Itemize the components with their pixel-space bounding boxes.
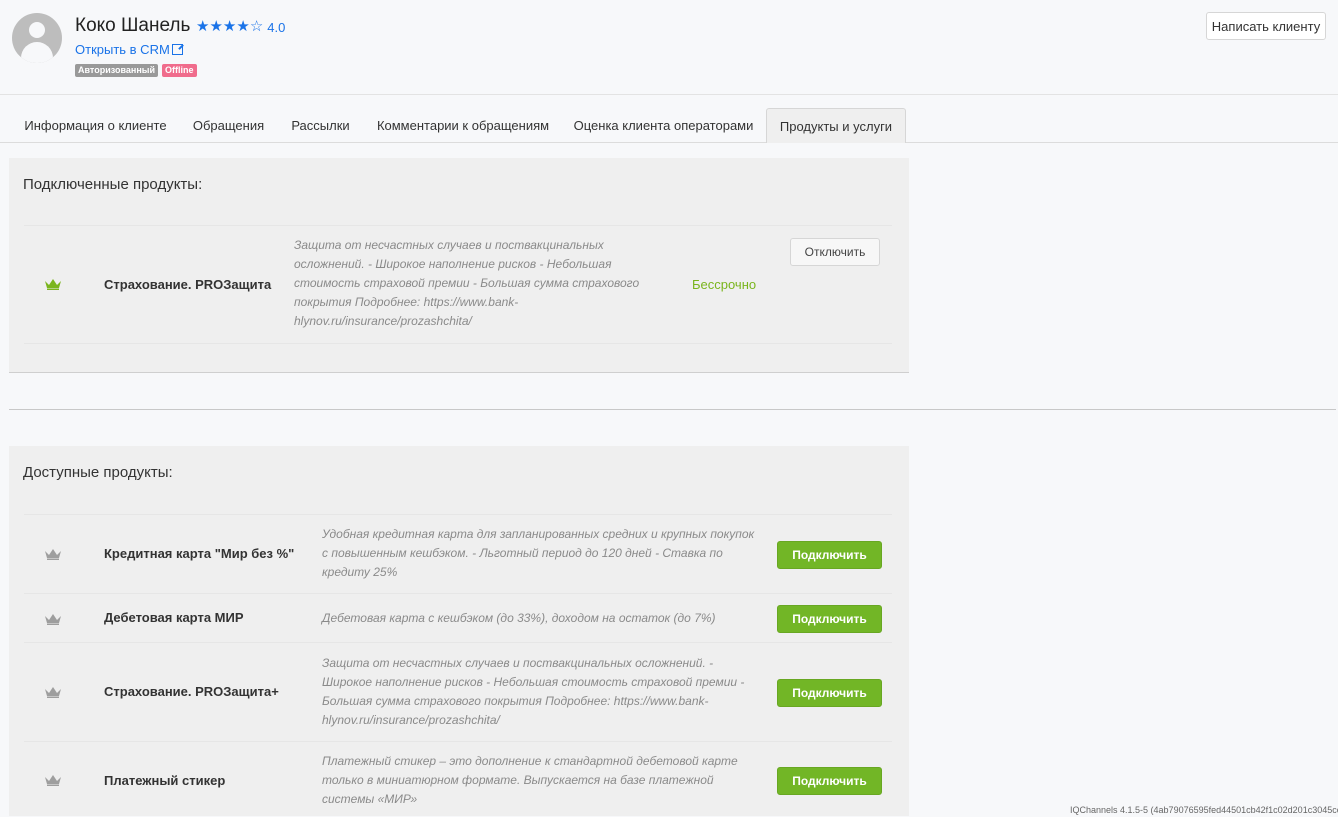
tab-products[interactable]: Продукты и услуги xyxy=(766,108,906,143)
product-name: Кредитная карта "Мир без %" xyxy=(104,546,295,561)
crown-icon xyxy=(45,687,61,698)
version-label: IQChannels 4.1.5-5 (4ab79076595fed44501c… xyxy=(1070,805,1338,815)
product-name: Страхование. PROЗащита xyxy=(104,277,272,292)
external-link-icon xyxy=(171,44,183,55)
product-name: Дебетовая карта МИР xyxy=(104,610,244,625)
connect-button[interactable]: Подключить xyxy=(777,541,882,569)
status-badges: Авторизованный Offline xyxy=(75,64,197,77)
product-description: Дебетовая карта с кешбэком (до 33%), дох… xyxy=(322,611,716,625)
tabs-bar: Информация о клиенте Обращения Рассылки … xyxy=(0,108,1338,143)
star-icon: ★ xyxy=(222,18,237,35)
crown-icon xyxy=(45,549,61,560)
product-name: Платежный стикер xyxy=(104,773,226,788)
star-icon: ★ xyxy=(196,18,210,35)
client-header: Коко Шанель ★ ★ ★ ★ ☆ 4.0 Открыть в CRM … xyxy=(0,0,1338,95)
product-description: Удобная кредитная карта для запланирован… xyxy=(322,527,755,579)
avatar-head xyxy=(29,22,45,38)
connected-products-panel: Подключенные продукты: Страхование. PROЗ… xyxy=(9,158,909,373)
connect-button[interactable]: Подключить xyxy=(777,605,882,633)
available-products-title: Доступные продукты: xyxy=(23,464,173,481)
crm-link-label: Открыть в CRM xyxy=(75,42,170,57)
tab-mailings[interactable]: Рассылки xyxy=(280,108,361,142)
available-product-row: Платежный стикер Платежный стикер – это … xyxy=(24,741,892,817)
connect-button[interactable]: Подключить xyxy=(777,679,882,707)
star-empty-icon: ☆ xyxy=(249,18,264,35)
available-products-panel: Доступные продукты: Кредитная карта "Мир… xyxy=(9,446,909,816)
crown-icon xyxy=(45,614,61,625)
connect-button[interactable]: Подключить xyxy=(777,767,882,795)
star-icon: ★ xyxy=(236,18,250,35)
rating-value: 4.0 xyxy=(267,19,286,35)
status-badge-offline: Offline xyxy=(162,64,197,77)
available-product-row: Кредитная карта "Мир без %" Удобная кред… xyxy=(24,514,892,594)
avatar xyxy=(12,13,62,63)
crown-icon xyxy=(45,775,61,786)
product-name: Страхование. PROЗащита+ xyxy=(104,684,279,699)
available-product-row: Дебетовая карта МИР Дебетовая карта с ке… xyxy=(24,593,892,643)
available-product-row: Страхование. PROЗащита+ Защита от несчас… xyxy=(24,642,892,742)
crown-icon xyxy=(45,279,61,290)
section-divider xyxy=(9,409,1336,410)
star-icon: ★ xyxy=(209,18,223,35)
tab-requests[interactable]: Обращения xyxy=(183,108,274,142)
connected-product-row: Страхование. PROЗащита Защита от несчаст… xyxy=(24,225,892,344)
product-description: Платежный стикер – это дополнение к стан… xyxy=(322,754,738,806)
product-description: Защита от несчастных случаев и поствакци… xyxy=(294,238,640,328)
tab-operator-rating[interactable]: Оценка клиента операторами xyxy=(565,108,762,142)
product-status: Бессрочно xyxy=(692,277,757,292)
rating: ★ ★ ★ ★ ☆ 4.0 xyxy=(196,19,285,35)
disconnect-button[interactable]: Отключить xyxy=(790,238,880,266)
tab-comments[interactable]: Комментарии к обращениям xyxy=(367,108,559,142)
connected-products-title: Подключенные продукты: xyxy=(23,176,203,193)
write-to-client-button[interactable]: Написать клиенту xyxy=(1206,12,1326,40)
tab-client-info[interactable]: Информация о клиенте xyxy=(14,108,177,142)
client-name: Коко Шанель xyxy=(75,15,191,36)
open-in-crm-link[interactable]: Открыть в CRM xyxy=(75,42,183,57)
product-description: Защита от несчастных случаев и поствакци… xyxy=(322,656,745,727)
status-badge-authorized: Авторизованный xyxy=(75,64,158,77)
avatar-body xyxy=(21,42,53,63)
